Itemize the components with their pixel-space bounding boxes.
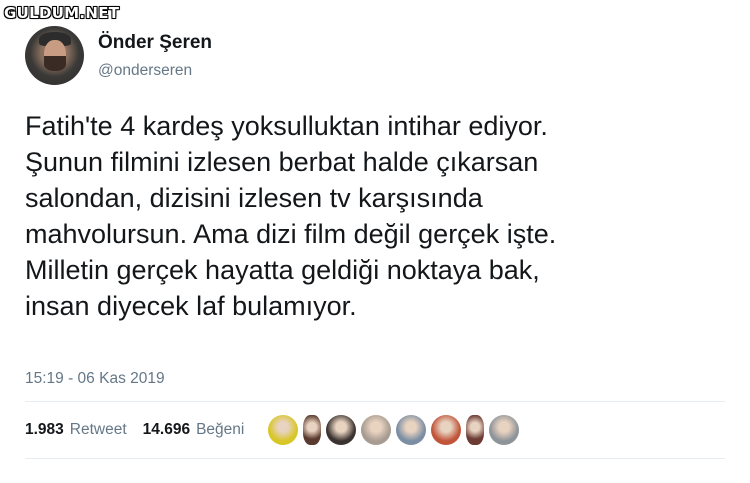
like-label[interactable]: Beğeni [196,421,244,439]
author-avatar[interactable] [25,26,84,85]
liker-avatar-4[interactable] [361,415,392,445]
retweet-label[interactable]: Retweet [70,421,127,439]
tweet-timestamp[interactable]: 15:19 - 06 Kas 2019 [25,370,165,388]
liker-avatar-2[interactable] [303,415,322,445]
divider-bottom [25,458,725,459]
likers-list [268,415,524,445]
tweet-text: Fatih'te 4 kardeş yoksulluktan intihar e… [25,111,557,321]
author-handle[interactable]: @onderseren [98,62,192,80]
liker-avatar-7[interactable] [466,415,485,445]
liker-avatar-6[interactable] [431,415,462,445]
retweet-count[interactable]: 1.983 [25,421,64,439]
watermark: GULDUM.NET [4,4,120,22]
tweet-stats: 1.983 Retweet 14.696 Beğeni [25,412,524,448]
liker-avatar-8[interactable] [489,415,520,445]
liker-avatar-3[interactable] [326,415,357,445]
author-name[interactable]: Önder Şeren [98,32,212,54]
divider-top [25,401,725,402]
like-count[interactable]: 14.696 [143,421,190,439]
liker-avatar-1[interactable] [268,415,299,445]
liker-avatar-5[interactable] [396,415,427,445]
